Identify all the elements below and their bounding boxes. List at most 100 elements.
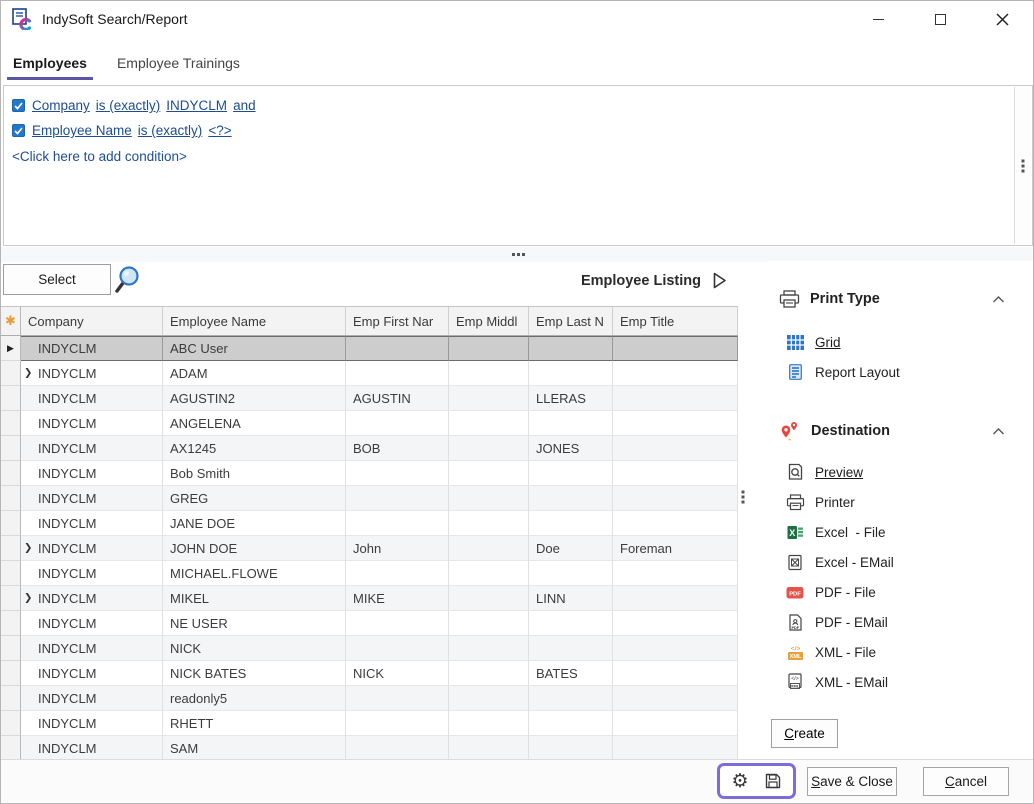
collapse-chevron-icon[interactable] <box>992 295 1005 304</box>
table-row[interactable]: INDYCLMNICK BATESNICKBATES <box>1 661 738 686</box>
row-selector[interactable] <box>1 461 21 486</box>
table-row[interactable]: INDYCLMBob Smith <box>1 461 738 486</box>
column-header-company[interactable]: Company <box>21 307 163 335</box>
column-header-emp-title[interactable]: Emp Title <box>613 307 738 335</box>
cancel-button[interactable]: Cancel <box>923 767 1009 796</box>
condition-checkbox[interactable] <box>12 124 25 137</box>
cell: John <box>346 536 449 561</box>
table-row[interactable]: INDYCLMGREG <box>1 486 738 511</box>
new-row-header-cell[interactable]: ✱ <box>1 307 21 335</box>
xml-file-item[interactable]: </>XMLXML - File <box>766 637 1034 667</box>
condition-link[interactable]: Company <box>32 98 90 113</box>
row-selector[interactable] <box>1 561 21 586</box>
cell <box>449 336 529 361</box>
expand-chevron-icon[interactable]: ❯ <box>24 543 32 554</box>
column-header-emp-last-n[interactable]: Emp Last N <box>529 307 613 335</box>
row-selector[interactable] <box>1 486 21 511</box>
row-selector[interactable] <box>1 436 21 461</box>
app-logo-icon <box>11 8 33 30</box>
excel-email-item[interactable]: Excel - EMail <box>766 547 1034 577</box>
maximize-button[interactable] <box>909 1 971 37</box>
row-selector[interactable] <box>1 636 21 661</box>
table-row[interactable]: INDYCLMAX1245BOBJONES <box>1 436 738 461</box>
column-header-employee-name[interactable]: Employee Name <box>163 307 346 335</box>
cell <box>613 686 738 711</box>
condition-link[interactable]: <?> <box>208 123 231 138</box>
table-row[interactable]: INDYCLMAGUSTIN2AGUSTINLLERAS <box>1 386 738 411</box>
table-row[interactable]: INDYCLMMICHAEL.FLOWE <box>1 561 738 586</box>
row-selector[interactable] <box>1 661 21 686</box>
condition-link[interactable]: is (exactly) <box>96 98 161 113</box>
cell <box>449 736 529 761</box>
condition-link[interactable]: INDYCLM <box>166 98 227 113</box>
excel-file-item[interactable]: XExcel - File <box>766 517 1034 547</box>
table-row[interactable]: INDYCLMSAM <box>1 736 738 761</box>
close-button[interactable] <box>971 1 1033 37</box>
preview-item[interactable]: Preview <box>766 457 1034 487</box>
expand-chevron-icon[interactable]: ❯ <box>24 368 32 379</box>
condition-link[interactable]: Employee Name <box>32 123 132 138</box>
destination-header[interactable]: Destination <box>766 419 1034 443</box>
run-report-icon[interactable] <box>711 271 728 290</box>
print-type-header[interactable]: Print Type <box>766 287 1034 311</box>
column-header-emp-middl[interactable]: Emp Middl <box>449 307 529 335</box>
map-pins-icon <box>779 421 801 442</box>
table-row[interactable]: ❯INDYCLMADAM <box>1 361 738 386</box>
condition-checkbox[interactable] <box>12 99 25 112</box>
table-row[interactable]: ▶INDYCLMABC User <box>1 336 738 361</box>
create-button[interactable]: Create <box>771 719 838 748</box>
row-selector[interactable] <box>1 411 21 436</box>
printer-item[interactable]: Printer <box>766 487 1034 517</box>
xml-email-item[interactable]: </>XMLXML - EMail <box>766 667 1034 697</box>
condition-link[interactable]: and <box>233 98 256 113</box>
pdf-email-item[interactable]: PDFPDF - EMail <box>766 607 1034 637</box>
tab-employee-trainings[interactable]: Employee Trainings <box>115 51 242 80</box>
cell: NICK BATES <box>163 661 346 686</box>
table-row[interactable]: ❯INDYCLMJOHN DOEJohnDoeForeman <box>1 536 738 561</box>
cell <box>529 511 613 536</box>
table-row[interactable]: INDYCLMANGELENA <box>1 411 738 436</box>
add-condition-link[interactable]: <Click here to add condition> <box>12 143 1008 169</box>
grid-item[interactable]: Grid <box>766 327 1034 357</box>
row-selector[interactable] <box>1 686 21 711</box>
expand-chevron-icon[interactable]: ❯ <box>24 593 32 604</box>
table-row[interactable]: INDYCLMJANE DOE <box>1 511 738 536</box>
row-selector[interactable]: ▶ <box>1 336 21 361</box>
row-selector[interactable] <box>1 386 21 411</box>
save-settings-icon[interactable] <box>764 772 782 790</box>
cell <box>346 736 449 761</box>
row-selector[interactable] <box>1 736 21 761</box>
row-selector[interactable] <box>1 511 21 536</box>
vertical-splitter[interactable] <box>742 491 745 504</box>
column-header-emp-first-nar[interactable]: Emp First Nar <box>346 307 449 335</box>
row-selector[interactable] <box>1 611 21 636</box>
pdf-file-item[interactable]: PDFPDF - File <box>766 577 1034 607</box>
save-and-close-button[interactable]: Save & Close <box>807 767 897 796</box>
table-row[interactable]: INDYCLMRHETT <box>1 711 738 736</box>
cell <box>613 461 738 486</box>
condition-link[interactable]: is (exactly) <box>138 123 203 138</box>
table-row[interactable]: ❯INDYCLMMIKELMIKELINN <box>1 586 738 611</box>
svg-text:XML: XML <box>791 684 800 689</box>
minimize-button[interactable] <box>847 1 909 37</box>
table-row[interactable]: INDYCLMreadonly5 <box>1 686 738 711</box>
tab-employees[interactable]: Employees <box>11 51 89 80</box>
gear-icon[interactable]: ⚙ <box>731 772 748 791</box>
xml-file-icon: </>XML <box>784 644 806 661</box>
cell: ABC User <box>163 336 346 361</box>
cell: INDYCLM <box>21 511 163 536</box>
cell: JANE DOE <box>163 511 346 536</box>
report-item[interactable]: Report Layout <box>766 357 1034 387</box>
row-selector[interactable] <box>1 586 21 611</box>
horizontal-splitter[interactable] <box>1 247 1034 262</box>
collapse-chevron-icon[interactable] <box>992 427 1005 436</box>
row-selector[interactable] <box>1 711 21 736</box>
table-row[interactable]: INDYCLMNE USER <box>1 611 738 636</box>
row-selector[interactable] <box>1 361 21 386</box>
condition-panel-scrollbar[interactable] <box>1014 87 1031 244</box>
row-selector[interactable] <box>1 536 21 561</box>
output-options-panel: Print Type GridReport Layout Destination… <box>766 261 1034 761</box>
table-row[interactable]: INDYCLMNICK <box>1 636 738 661</box>
cell <box>613 336 738 361</box>
condition-panel-resize-handle[interactable] <box>1022 159 1025 172</box>
